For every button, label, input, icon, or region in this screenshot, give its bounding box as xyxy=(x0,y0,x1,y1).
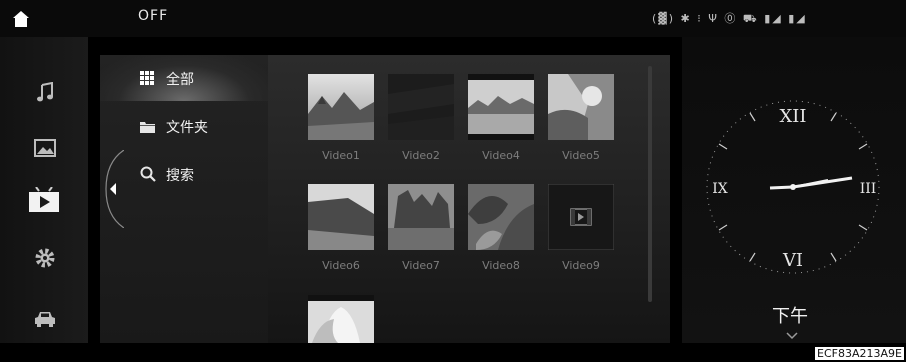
nav-car-button[interactable] xyxy=(28,302,62,336)
menu-item-label: 全部 xyxy=(166,72,194,88)
numeral-ix: IX xyxy=(712,181,728,197)
video-title: Video9 xyxy=(562,259,600,272)
nav-settings-button[interactable] xyxy=(28,241,62,275)
menu-item-folder[interactable]: 文件夹 xyxy=(100,103,268,149)
analog-clock: XII VI IX III xyxy=(706,100,880,274)
nav-image-button[interactable] xyxy=(28,131,62,165)
video-thumbnail-partial[interactable] xyxy=(308,295,374,343)
video-title: Video1 xyxy=(322,149,360,162)
video-title: Video8 xyxy=(482,259,520,272)
gear-icon xyxy=(35,248,55,268)
video-title: Video4 xyxy=(482,149,520,162)
nav-video-button[interactable] xyxy=(24,184,64,218)
video-thumbnail-2[interactable] xyxy=(388,74,454,140)
scrollbar[interactable] xyxy=(648,66,652,302)
am-pm-label: 下午 xyxy=(772,306,808,327)
music-icon xyxy=(37,82,53,102)
status-bar: OFF (▓) ✱ ⁝ Ψ ⓪ ⛟ ▮◢ ▮◢ xyxy=(0,0,906,37)
menu-item-label: 文件夹 xyxy=(166,120,208,136)
numeral-iii: III xyxy=(860,181,877,197)
collapse-menu-button[interactable] xyxy=(100,150,124,228)
folder-icon xyxy=(140,122,155,133)
video-thumbnail-5[interactable] xyxy=(548,74,614,140)
video-thumbnail-4[interactable] xyxy=(468,74,534,140)
video-thumbnail-6[interactable] xyxy=(308,184,374,250)
video-icon xyxy=(29,187,59,212)
image-code: ECF83A213A9E xyxy=(815,347,904,360)
image-icon xyxy=(34,139,56,157)
chevron-down-icon[interactable] xyxy=(786,332,798,340)
video-thumbnail-8[interactable] xyxy=(468,184,534,250)
grid-icon xyxy=(140,71,154,85)
car-icon xyxy=(35,312,55,327)
category-menu: 全部 文件夹 搜索 xyxy=(100,55,268,343)
video-thumbnail-7[interactable] xyxy=(388,184,454,250)
menu-item-search[interactable]: 搜索 xyxy=(100,151,268,197)
video-title: Video5 xyxy=(562,149,600,162)
video-title: Video6 xyxy=(322,259,360,272)
nav-music-button[interactable] xyxy=(28,76,62,110)
numeral-xii: XII xyxy=(779,106,806,127)
video-thumbnail-1[interactable] xyxy=(308,74,374,140)
search-icon xyxy=(140,166,156,182)
video-grid: Video1 Video2 Video4 Video5 Video6 Video… xyxy=(268,55,648,343)
video-title: Video7 xyxy=(402,259,440,272)
home-icon[interactable] xyxy=(11,9,31,29)
video-thumbnail-9[interactable] xyxy=(548,184,614,250)
video-title: Video2 xyxy=(402,149,440,162)
status-icons: (▓) ✱ ⁝ Ψ ⓪ ⛟ ▮◢ ▮◢ xyxy=(652,12,807,25)
numeral-vi: VI xyxy=(782,250,803,271)
menu-item-label: 搜索 xyxy=(166,168,194,184)
power-status-label: OFF xyxy=(138,8,169,24)
menu-item-all[interactable]: 全部 xyxy=(100,55,268,101)
